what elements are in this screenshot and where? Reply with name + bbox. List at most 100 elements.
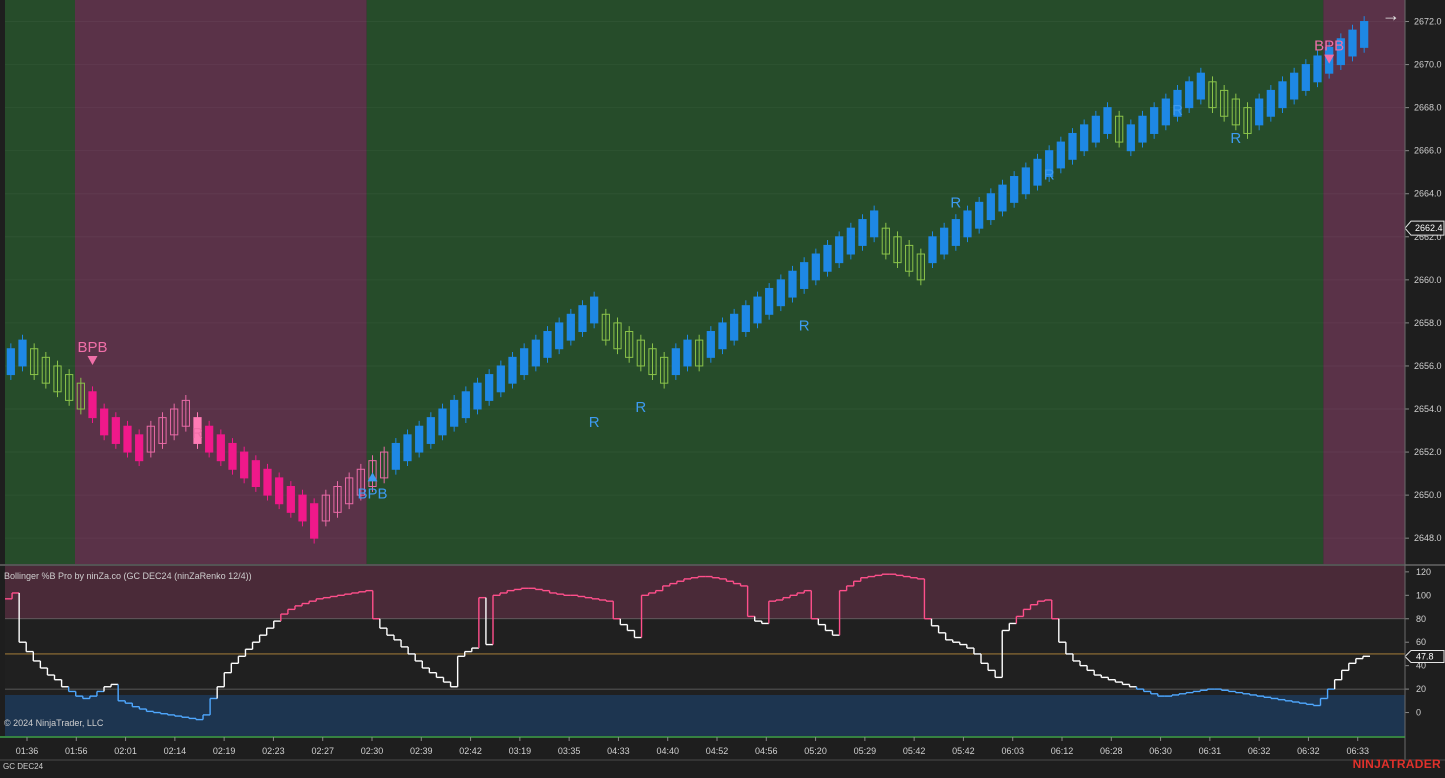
renko-brick bbox=[136, 435, 143, 461]
renko-brick bbox=[276, 478, 283, 504]
renko-brick bbox=[427, 418, 434, 444]
renko-brick bbox=[556, 323, 563, 349]
price-tick-label: 2660.0 bbox=[1414, 275, 1442, 285]
time-tick-label: 06:31 bbox=[1199, 746, 1222, 756]
time-tick-label: 04:40 bbox=[656, 746, 679, 756]
renko-brick bbox=[742, 306, 749, 332]
time-tick-label: 05:29 bbox=[854, 746, 877, 756]
price-tick-label: 2648.0 bbox=[1414, 533, 1442, 543]
signal-label: R bbox=[589, 414, 600, 431]
renko-brick bbox=[672, 349, 679, 375]
time-tick-label: 02:39 bbox=[410, 746, 433, 756]
signal-label: BPB bbox=[357, 485, 387, 502]
signal-label: R bbox=[1230, 130, 1241, 147]
time-tick-label: 03:35 bbox=[558, 746, 581, 756]
renko-brick bbox=[1092, 116, 1099, 142]
chart-canvas[interactable]: BPBRBPBRRRRRRRBPBR2672.02670.02668.02666… bbox=[0, 0, 1445, 773]
renko-brick bbox=[591, 297, 598, 323]
renko-brick bbox=[451, 400, 458, 426]
price-tick-label: 2670.0 bbox=[1414, 60, 1442, 70]
renko-brick bbox=[544, 332, 551, 358]
renko-brick bbox=[462, 392, 469, 418]
price-tick-label: 2664.0 bbox=[1414, 189, 1442, 199]
renko-brick bbox=[404, 435, 411, 461]
renko-brick bbox=[812, 254, 819, 280]
renko-brick bbox=[416, 426, 423, 452]
time-tick-label: 03:19 bbox=[509, 746, 532, 756]
renko-brick bbox=[474, 383, 481, 409]
signal-label: R bbox=[1172, 102, 1183, 119]
renko-brick bbox=[579, 306, 586, 332]
indicator-axis: 12010080604020047.8 bbox=[1405, 566, 1445, 736]
indicator-panel bbox=[5, 566, 1405, 736]
time-tick-label: 06:32 bbox=[1297, 746, 1320, 756]
renko-brick bbox=[206, 426, 213, 452]
time-tick-label: 06:12 bbox=[1051, 746, 1074, 756]
trend-regions bbox=[5, 0, 1405, 564]
indicator-tick-label: 60 bbox=[1416, 637, 1426, 647]
last-price-label: 2662.4 bbox=[1415, 223, 1443, 233]
renko-brick bbox=[1256, 99, 1263, 125]
renko-brick bbox=[1349, 30, 1356, 56]
trend-region-bear bbox=[75, 0, 367, 564]
renko-brick bbox=[929, 237, 936, 263]
renko-brick bbox=[1361, 22, 1368, 48]
renko-brick bbox=[976, 202, 983, 228]
renko-brick bbox=[101, 409, 108, 435]
renko-brick bbox=[19, 340, 26, 366]
renko-brick bbox=[7, 349, 14, 375]
time-tick-label: 02:42 bbox=[459, 746, 482, 756]
renko-brick bbox=[941, 228, 948, 254]
signal-label: R bbox=[192, 425, 203, 442]
renko-brick bbox=[1104, 108, 1111, 134]
renko-brick bbox=[299, 495, 306, 521]
indicator-tick-label: 20 bbox=[1416, 684, 1426, 694]
price-tick-label: 2656.0 bbox=[1414, 361, 1442, 371]
signal-label: BPB bbox=[77, 339, 107, 356]
renko-brick bbox=[217, 435, 224, 461]
renko-brick bbox=[1057, 142, 1064, 168]
renko-brick bbox=[719, 323, 726, 349]
price-tick-label: 2654.0 bbox=[1414, 404, 1442, 414]
renko-brick bbox=[311, 504, 318, 538]
renko-brick bbox=[987, 194, 994, 220]
instrument-label: GC DEC24 bbox=[3, 762, 43, 771]
price-tick-label: 2668.0 bbox=[1414, 103, 1442, 113]
arrow-right-icon[interactable]: → bbox=[1380, 4, 1402, 26]
time-tick-label: 05:20 bbox=[804, 746, 827, 756]
time-tick-label: 05:42 bbox=[952, 746, 975, 756]
ninjatrader-logo: NINJATRADER bbox=[1353, 757, 1441, 771]
renko-brick bbox=[89, 392, 96, 418]
price-tick-label: 2652.0 bbox=[1414, 447, 1442, 457]
time-tick-label: 06:28 bbox=[1100, 746, 1123, 756]
renko-brick bbox=[1186, 82, 1193, 108]
copyright-text: © 2024 NinjaTrader, LLC bbox=[4, 718, 103, 728]
renko-brick bbox=[1291, 73, 1298, 99]
renko-brick bbox=[801, 263, 808, 289]
renko-brick bbox=[707, 332, 714, 358]
price-tick-label: 2666.0 bbox=[1414, 146, 1442, 156]
trend-region-bull bbox=[5, 0, 75, 564]
renko-brick bbox=[952, 220, 959, 246]
renko-brick bbox=[264, 469, 271, 495]
chart-window: BPBRBPBRRRRRRRBPBR2672.02670.02668.02666… bbox=[0, 0, 1445, 773]
time-tick-label: 01:56 bbox=[65, 746, 88, 756]
renko-brick bbox=[777, 280, 784, 306]
renko-brick bbox=[1034, 159, 1041, 185]
time-tick-label: 06:32 bbox=[1248, 746, 1271, 756]
renko-brick bbox=[789, 271, 796, 297]
renko-brick bbox=[497, 366, 504, 392]
signal-label: R bbox=[635, 399, 646, 416]
time-tick-label: 02:23 bbox=[262, 746, 285, 756]
renko-brick bbox=[241, 452, 248, 478]
indicator-tick-label: 80 bbox=[1416, 614, 1426, 624]
signal-label: R bbox=[1044, 167, 1055, 184]
time-tick-label: 02:27 bbox=[311, 746, 334, 756]
renko-brick bbox=[1127, 125, 1134, 151]
time-tick-label: 05:42 bbox=[903, 746, 926, 756]
renko-brick bbox=[1267, 90, 1274, 116]
renko-brick bbox=[229, 443, 236, 469]
renko-brick bbox=[252, 461, 259, 487]
price-tick-label: 2658.0 bbox=[1414, 318, 1442, 328]
renko-brick bbox=[567, 314, 574, 340]
